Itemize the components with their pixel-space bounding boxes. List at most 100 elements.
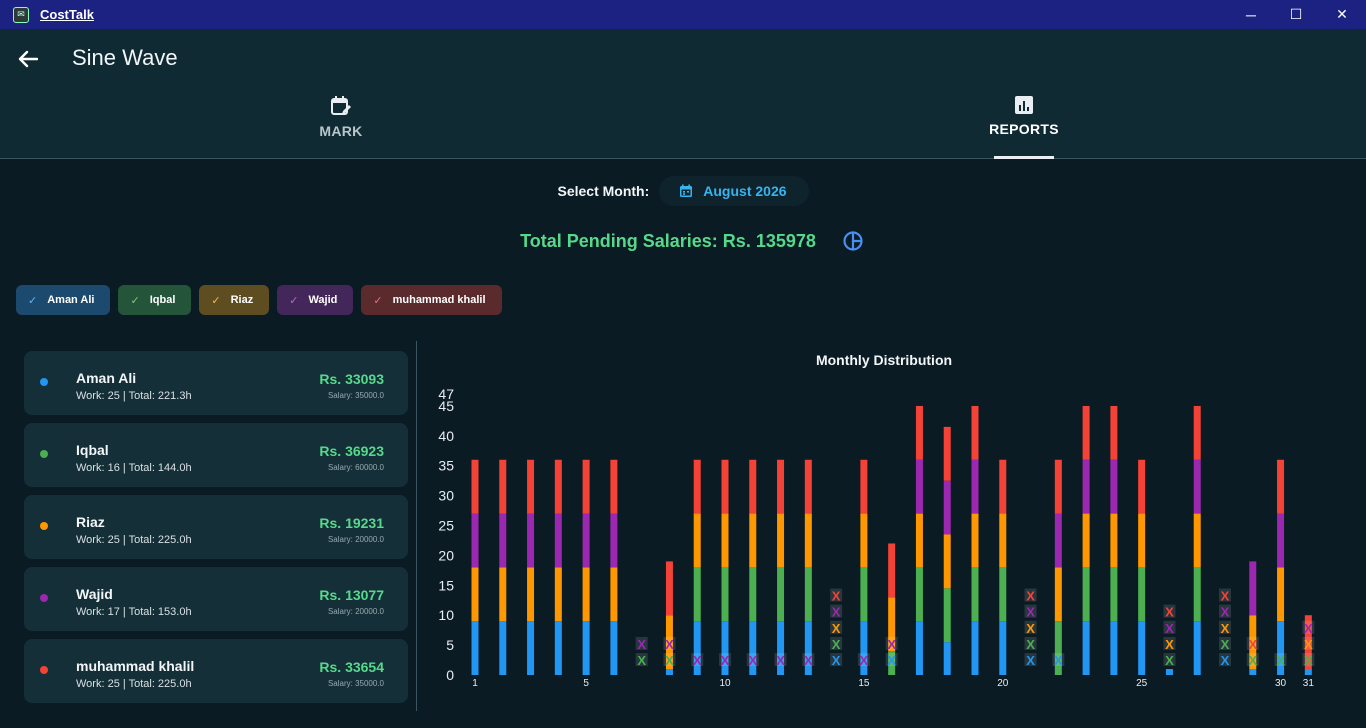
absent-marker: X [1276, 653, 1285, 668]
bar-segment [610, 459, 618, 514]
tab-reports-label: REPORTS [989, 121, 1059, 137]
bar-segment [971, 567, 979, 622]
bar-segment [527, 621, 535, 675]
bar-segment [1277, 567, 1285, 622]
employee-card[interactable]: Riaz Work: 25 | Total: 225.0h Rs. 19231 … [24, 495, 408, 559]
bar-segment [749, 459, 757, 514]
bar-segment [1082, 459, 1090, 514]
month-picker-button[interactable]: August 2026 [659, 176, 809, 206]
bar-segment [971, 405, 979, 460]
bar-segment [1110, 513, 1118, 568]
bar-segment [915, 459, 923, 514]
back-button[interactable] [14, 45, 42, 73]
calendar-edit-icon [331, 96, 351, 115]
tab-reports[interactable]: REPORTS [989, 95, 1059, 159]
filter-chip-iqbal[interactable]: ✓ Iqbal [118, 285, 192, 315]
y-tick-label: 35 [438, 458, 454, 474]
bar-segment [1165, 669, 1173, 675]
bar-segment [1054, 513, 1062, 568]
pie-chart-icon[interactable] [842, 230, 864, 252]
absent-marker: X [1026, 621, 1035, 636]
absent-marker: X [1221, 637, 1230, 652]
absent-marker: X [832, 588, 841, 603]
absent-marker: X [1304, 621, 1313, 636]
minimize-button[interactable]: ─ [1228, 0, 1274, 29]
filter-chip-muhammad-khalil[interactable]: ✓ muhammad khalil [361, 285, 502, 315]
employee-pending-amount: Rs. 13077 [319, 587, 384, 603]
bar-segment [943, 588, 951, 643]
employee-card[interactable]: Iqbal Work: 16 | Total: 144.0h Rs. 36923… [24, 423, 408, 487]
bar-segment [1110, 621, 1118, 675]
employee-salary: Salary: 60000.0 [327, 463, 384, 472]
employee-card[interactable]: Aman Ali Work: 25 | Total: 221.3h Rs. 33… [24, 351, 408, 415]
employee-card-list: Aman Ali Work: 25 | Total: 221.3h Rs. 33… [24, 351, 408, 711]
bar-segment [1082, 621, 1090, 675]
employee-filter-chips: ✓ Aman Ali ✓ Iqbal ✓ Riaz ✓ Wajid ✓ muha… [16, 285, 502, 315]
bar-segment [1249, 669, 1257, 675]
bar-segment [554, 513, 562, 568]
bar-segment [499, 567, 507, 622]
y-tick-label: 40 [438, 428, 454, 444]
bar-segment [1054, 459, 1062, 514]
month-value: August 2026 [703, 183, 787, 199]
x-tick-label: 15 [858, 678, 870, 689]
bar-segment [499, 513, 507, 568]
absent-marker: X [860, 653, 869, 668]
bar-segment [1110, 405, 1118, 460]
absent-marker: X [721, 653, 730, 668]
absent-marker: X [1221, 653, 1230, 668]
filter-chip-riaz[interactable]: ✓ Riaz [199, 285, 270, 315]
employee-card[interactable]: muhammad khalil Work: 25 | Total: 225.0h… [24, 639, 408, 703]
bar-segment [610, 513, 618, 568]
app-title: CostTalk [40, 7, 94, 22]
bar-segment [943, 642, 951, 675]
absent-marker: X [776, 653, 785, 668]
bar-segment [1138, 459, 1146, 514]
arrow-left-icon [18, 50, 38, 68]
bar-segment [777, 567, 785, 622]
employee-salary: Salary: 35000.0 [327, 391, 384, 400]
bar-segment [582, 513, 590, 568]
bar-segment [915, 405, 923, 460]
bar-segment [610, 621, 618, 675]
x-tick-label: 31 [1303, 678, 1315, 689]
bar-segment [665, 669, 673, 675]
y-tick-label: 15 [438, 577, 454, 593]
absent-marker: X [665, 637, 674, 652]
y-tick-label: 47 [438, 386, 454, 402]
bar-segment [999, 513, 1007, 568]
x-tick-label: 1 [472, 678, 478, 689]
absent-marker: X [1221, 621, 1230, 636]
filter-chip-wajid[interactable]: ✓ Wajid [277, 285, 354, 315]
absent-marker: X [637, 637, 646, 652]
filter-chip-aman-ali[interactable]: ✓ Aman Ali [16, 285, 111, 315]
bar-segment [1193, 405, 1201, 460]
maximize-button[interactable]: ☐ [1273, 0, 1319, 29]
absent-marker: X [1165, 637, 1174, 652]
employee-name: Iqbal [76, 442, 109, 458]
bar-segment [804, 513, 812, 568]
absent-marker: X [1248, 637, 1257, 652]
tab-mark[interactable]: MARK [301, 95, 381, 159]
bar-segment [471, 513, 479, 568]
x-tick-label: 10 [719, 678, 731, 689]
bar-segment [1138, 567, 1146, 622]
close-button[interactable]: ✕ [1319, 0, 1365, 29]
bar-segment [804, 459, 812, 514]
app-header: Sine Wave MARK REPORTS [0, 29, 1366, 159]
bar-segment [721, 459, 729, 514]
absent-marker: X [887, 637, 896, 652]
title-bar: ✉ CostTalk ─ ☐ ✕ [0, 0, 1366, 29]
bar-segment [610, 567, 618, 622]
employee-pending-amount: Rs. 19231 [319, 515, 384, 531]
employee-card[interactable]: Wajid Work: 17 | Total: 153.0h Rs. 13077… [24, 567, 408, 631]
bar-segment [1277, 513, 1285, 568]
employee-name: Aman Ali [76, 370, 137, 386]
bar-segment [1054, 567, 1062, 622]
color-dot [40, 378, 48, 386]
absent-marker: X [887, 653, 896, 668]
employee-name: Wajid [76, 586, 113, 602]
calendar-icon [680, 184, 693, 197]
bar-segment [1277, 459, 1285, 514]
bar-segment [999, 567, 1007, 622]
